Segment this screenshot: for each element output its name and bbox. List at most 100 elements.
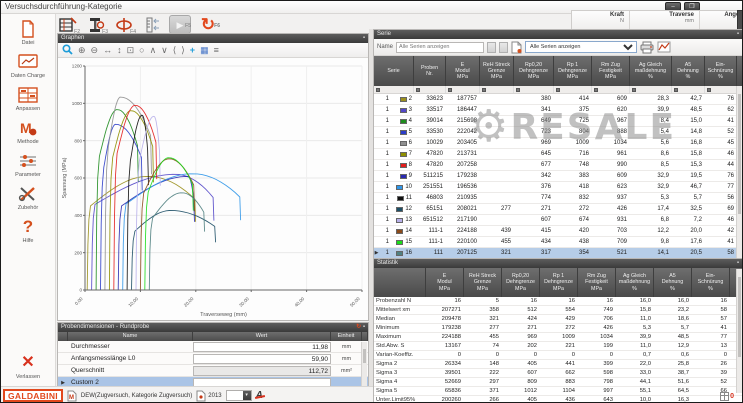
column-filter-box[interactable] [705,86,737,93]
stats-row[interactable]: Sigma 22633414840544139922,025,826 [374,360,742,369]
column-header[interactable]: ReH Streck Grenze MPa [480,56,514,86]
series-row-9[interactable]: 1951121517923834238360932,919,576 [374,171,742,182]
font-style-icon[interactable]: A [256,390,263,401]
machine-setup-icon[interactable]: F3 [85,15,107,34]
column-filter-box[interactable] [592,86,630,93]
print-icon[interactable] [640,41,654,54]
value-field[interactable]: 59,90 [193,354,331,364]
series-search-input[interactable] [396,42,484,53]
axes-move-icon[interactable]: F4 [113,15,135,34]
series-row-7[interactable]: 17478202137316457169618,615,846 [374,149,742,160]
stress-strain-chart[interactable]: 0200400600800100012000,0010,0020,0030,00… [58,58,368,320]
value-field[interactable]: 112,72 [193,366,331,376]
column-filter-box[interactable] [630,86,672,93]
stats-row[interactable]: Varian-Koeffiz.000000,70,60 [374,351,742,360]
series-row-5[interactable]: 15335302220427238048885,414,852 [374,127,742,138]
sidebar-item-daten-charge[interactable]: Daten Charge [2,52,54,79]
stats-row[interactable]: Median20947832142442970611,018,657 [374,315,742,324]
reset-refresh-icon[interactable]: ↻F6 [197,15,219,34]
series-row-4[interactable]: 14390142156986497259678,415,041 [374,116,742,127]
series-row-11[interactable]: 111468032109357748329375,35,756 [374,193,742,204]
pin-icon[interactable]: ▪ [363,34,365,43]
start-test-icon[interactable]: ▶F5 [169,15,191,34]
pan-left-icon[interactable]: ⟨ [173,44,177,57]
column-header[interactable]: Rp 1 Dehngrenze MPa [554,56,592,86]
stats-row[interactable]: Std.Abw. S131677420222119911,012,913 [374,342,742,351]
sidebar-item-verlassen[interactable]: ✕ Verlassen [2,353,54,380]
pan-up-icon[interactable]: ∧ [150,44,157,57]
stats-row[interactable]: Mittelwert xm20727135851255474915,823,25… [374,306,742,315]
status-dropdown[interactable]: ▾ [226,390,252,401]
series-row-6[interactable]: 1610029203405969100910345,616,845 [374,138,742,149]
column-filter-box[interactable] [446,86,480,93]
stats-corner-indicator[interactable]: 0 [720,392,734,401]
panel-collapse-handle[interactable] [737,10,743,30]
dims-row-anfangsmessl-nge-l0[interactable]: Anfangsmesslänge L059,90mm [58,353,368,365]
v-extents-icon[interactable]: ↕ [117,44,122,57]
sidebar-item-methode[interactable]: M Methode [2,118,54,145]
crosshair-icon[interactable]: + [190,44,195,57]
series-row-10[interactable]: 11025155119653637641862332,946,777 [374,182,742,193]
sidebar-item-anpassen[interactable]: Anpassen [2,85,54,112]
series-row-13[interactable]: 1136515122171906076749316,87,246 [374,215,742,226]
new-series-icon[interactable] [511,41,522,54]
column-header[interactable]: Proben Nr. [414,56,446,86]
stats-row[interactable]: Minimum1792382772712724265,35,741 [374,324,742,333]
legend-toggle-icon[interactable]: ≡ [214,44,219,57]
pin-icon[interactable]: ▪ [363,324,365,330]
column-filter-box[interactable] [514,86,554,93]
column-header[interactable]: Serie [374,56,414,86]
dims-row-querschnitt[interactable]: Querschnitt112,72mm² [58,365,368,377]
dims-refresh-icon[interactable]: ↻ [356,324,361,330]
series-scrollbar[interactable] [736,86,742,258]
series-row-8[interactable]: 18478202072586777489908,515,344 [374,160,742,171]
sidebar-item-hilfe[interactable]: ? Hilfe [2,217,54,244]
pin-icon[interactable]: ▪ [737,30,739,39]
column-header[interactable]: Ein- Schnürung % [705,56,737,86]
series-row-15[interactable]: 115111-12201004554344387099,817,641 [374,237,742,248]
zoom-icon[interactable] [62,44,73,57]
fit-icon[interactable]: ⊡ [127,44,135,57]
stats-row[interactable]: Sigma 33950122260766259833,038,739 [374,369,742,378]
series-row-12[interactable]: 1126515120802127727127242617,432,569 [374,204,742,215]
pan-down-icon[interactable]: ∨ [161,44,168,57]
zoom-out-icon[interactable]: ⊖ [91,44,99,57]
stats-row[interactable]: Unter.Limit95%20026026640543664310,016,3… [374,396,742,403]
stats-row[interactable]: Maximum2241884559691009103439,948,577 [374,333,742,342]
column-filter-box[interactable] [414,86,446,93]
column-header[interactable]: Rm Zug Festigkeit MPa [592,56,630,86]
series-row-2[interactable]: 123362318775738041460928,342,776 [374,94,742,105]
dims-scrollbar[interactable] [361,342,367,386]
zoom-in-icon[interactable]: ⊕ [78,44,86,57]
sidebar-item-parameter[interactable]: Parameter [2,151,54,178]
column-header[interactable]: A5 Dehnung % [672,56,705,86]
layout-grid-icon[interactable]: F2 [57,15,79,34]
lasso-icon[interactable]: ○ [139,44,144,57]
stats-scrollbar[interactable] [736,269,742,393]
column-filter-box[interactable] [554,86,592,93]
pan-right-icon[interactable]: ⟩ [181,44,185,57]
column-header[interactable]: Ag Gleich maßdehnung % [630,56,672,86]
sidebar-item-zubehoer[interactable]: Zubehör [2,184,54,211]
column-filter-box[interactable] [672,86,705,93]
sidebar-item-datei[interactable]: Datei [2,19,54,46]
ruler-icon[interactable] [141,15,163,34]
series-row-14[interactable]: 114111-122418843941542070312,220,042 [374,226,742,237]
curve-chart-icon[interactable] [657,41,671,54]
stats-row[interactable]: Sigma 5658363711012110499755,164,566 [374,387,742,396]
stats-row[interactable]: Sigma 45266929780988379844,151,652 [374,378,742,387]
column-header[interactable]: E Modul MPa [446,56,480,86]
grid-toggle-icon[interactable]: ▦ [200,44,209,57]
pin-icon[interactable]: ▪ [737,259,739,268]
value-field[interactable]: 11,98 [193,342,331,352]
series-view-select[interactable]: Alle Serien anzeigen [525,41,637,53]
column-header[interactable]: Rp0,20 Dehngrenze MPa [514,56,554,86]
dims-row-durchmesser[interactable]: Durchmesser11,98mm [58,341,368,353]
stats-row[interactable]: Probenzahl N16516161616,016,016 [374,297,742,306]
filter-clear-button[interactable] [499,42,508,53]
column-filter-box[interactable] [480,86,514,93]
filter-apply-button[interactable] [487,42,496,53]
series-row-3[interactable]: 133351718644734137562039,948,562 [374,105,742,116]
h-extents-icon[interactable]: ↔ [103,44,112,57]
column-filter-box[interactable] [374,86,414,93]
